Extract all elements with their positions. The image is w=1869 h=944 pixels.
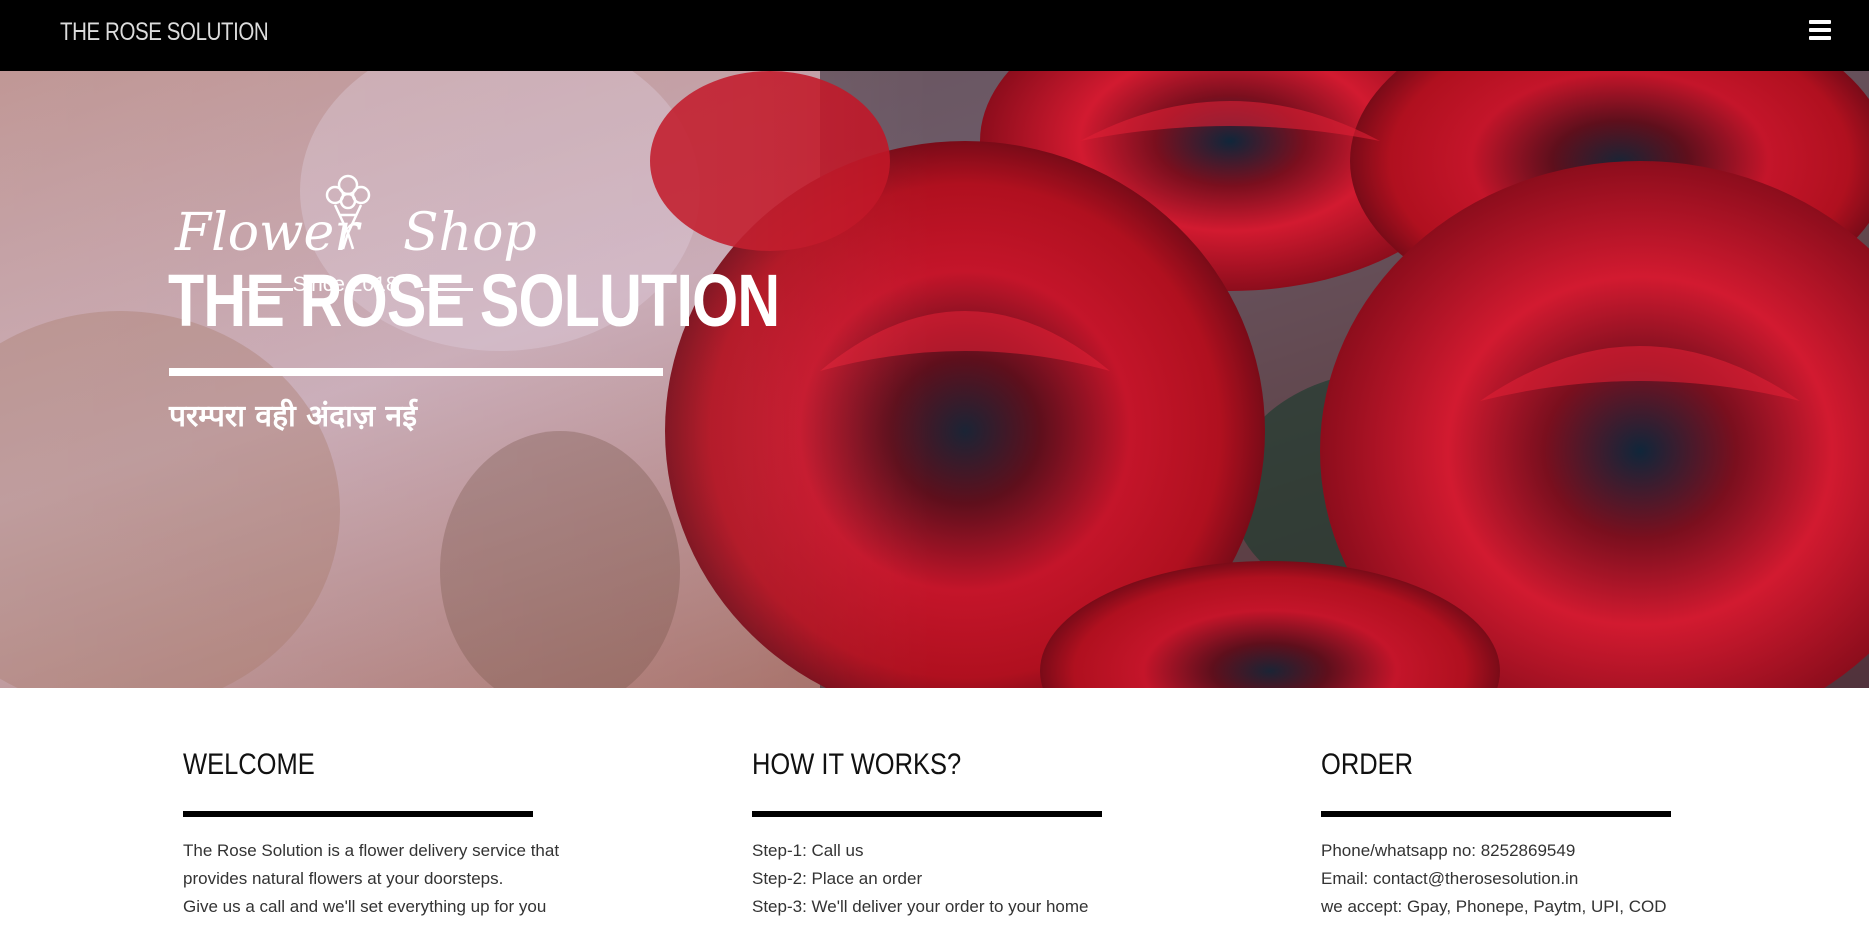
hero-divider — [169, 368, 663, 376]
section-text-line: Give us a call and we'll set everything … — [183, 897, 547, 916]
top-navbar: THE ROSE SOLUTION — [0, 0, 1869, 71]
hero-title: THE ROSE SOLUTION — [168, 259, 780, 342]
phone-text: Phone/whatsapp no: 8252869549 — [1321, 841, 1576, 860]
section-heading: ORDER — [1321, 748, 1414, 781]
logo-right-word: Shop — [403, 203, 537, 263]
welcome-section: WELCOME The Rose Solution is a flower de… — [183, 748, 560, 921]
section-text-line: Step-3: We'll deliver your order to your… — [752, 897, 1089, 916]
section-divider — [183, 811, 533, 817]
flower-bouquet-icon — [325, 174, 371, 250]
hamburger-menu-icon[interactable] — [1809, 20, 1831, 40]
brand-link[interactable]: THE ROSE SOLUTION — [60, 18, 269, 47]
section-text-line: Step-1: Call us — [752, 841, 864, 860]
red-roses-background — [0, 71, 1869, 688]
section-divider — [1321, 811, 1671, 817]
section-text-line: The Rose Solution is a flower delivery s… — [183, 841, 560, 860]
section-divider — [752, 811, 1102, 817]
hero-tagline: परम्परा वही अंदाज़ नई — [169, 399, 417, 434]
section-heading: HOW IT WORKS? — [752, 748, 962, 781]
section-text-line: Step-2: Place an order — [752, 869, 923, 888]
section-heading: WELCOME — [183, 748, 315, 781]
section-text-line: provides natural flowers at your doorste… — [183, 869, 504, 888]
email-text: Email: contact@therosesolution.in — [1321, 869, 1579, 888]
payment-methods-text: we accept: Gpay, Phonepe, Paytm, UPI, CO… — [1321, 897, 1667, 916]
order-section: ORDER Phone/whatsapp no: 8252869549 Emai… — [1321, 748, 1673, 921]
how-it-works-section: HOW IT WORKS? Step-1: Call us Step-2: Pl… — [752, 748, 1104, 921]
hero-banner: Flower Shop Since 2018 THE ROSE SOLUTION… — [0, 71, 1869, 688]
